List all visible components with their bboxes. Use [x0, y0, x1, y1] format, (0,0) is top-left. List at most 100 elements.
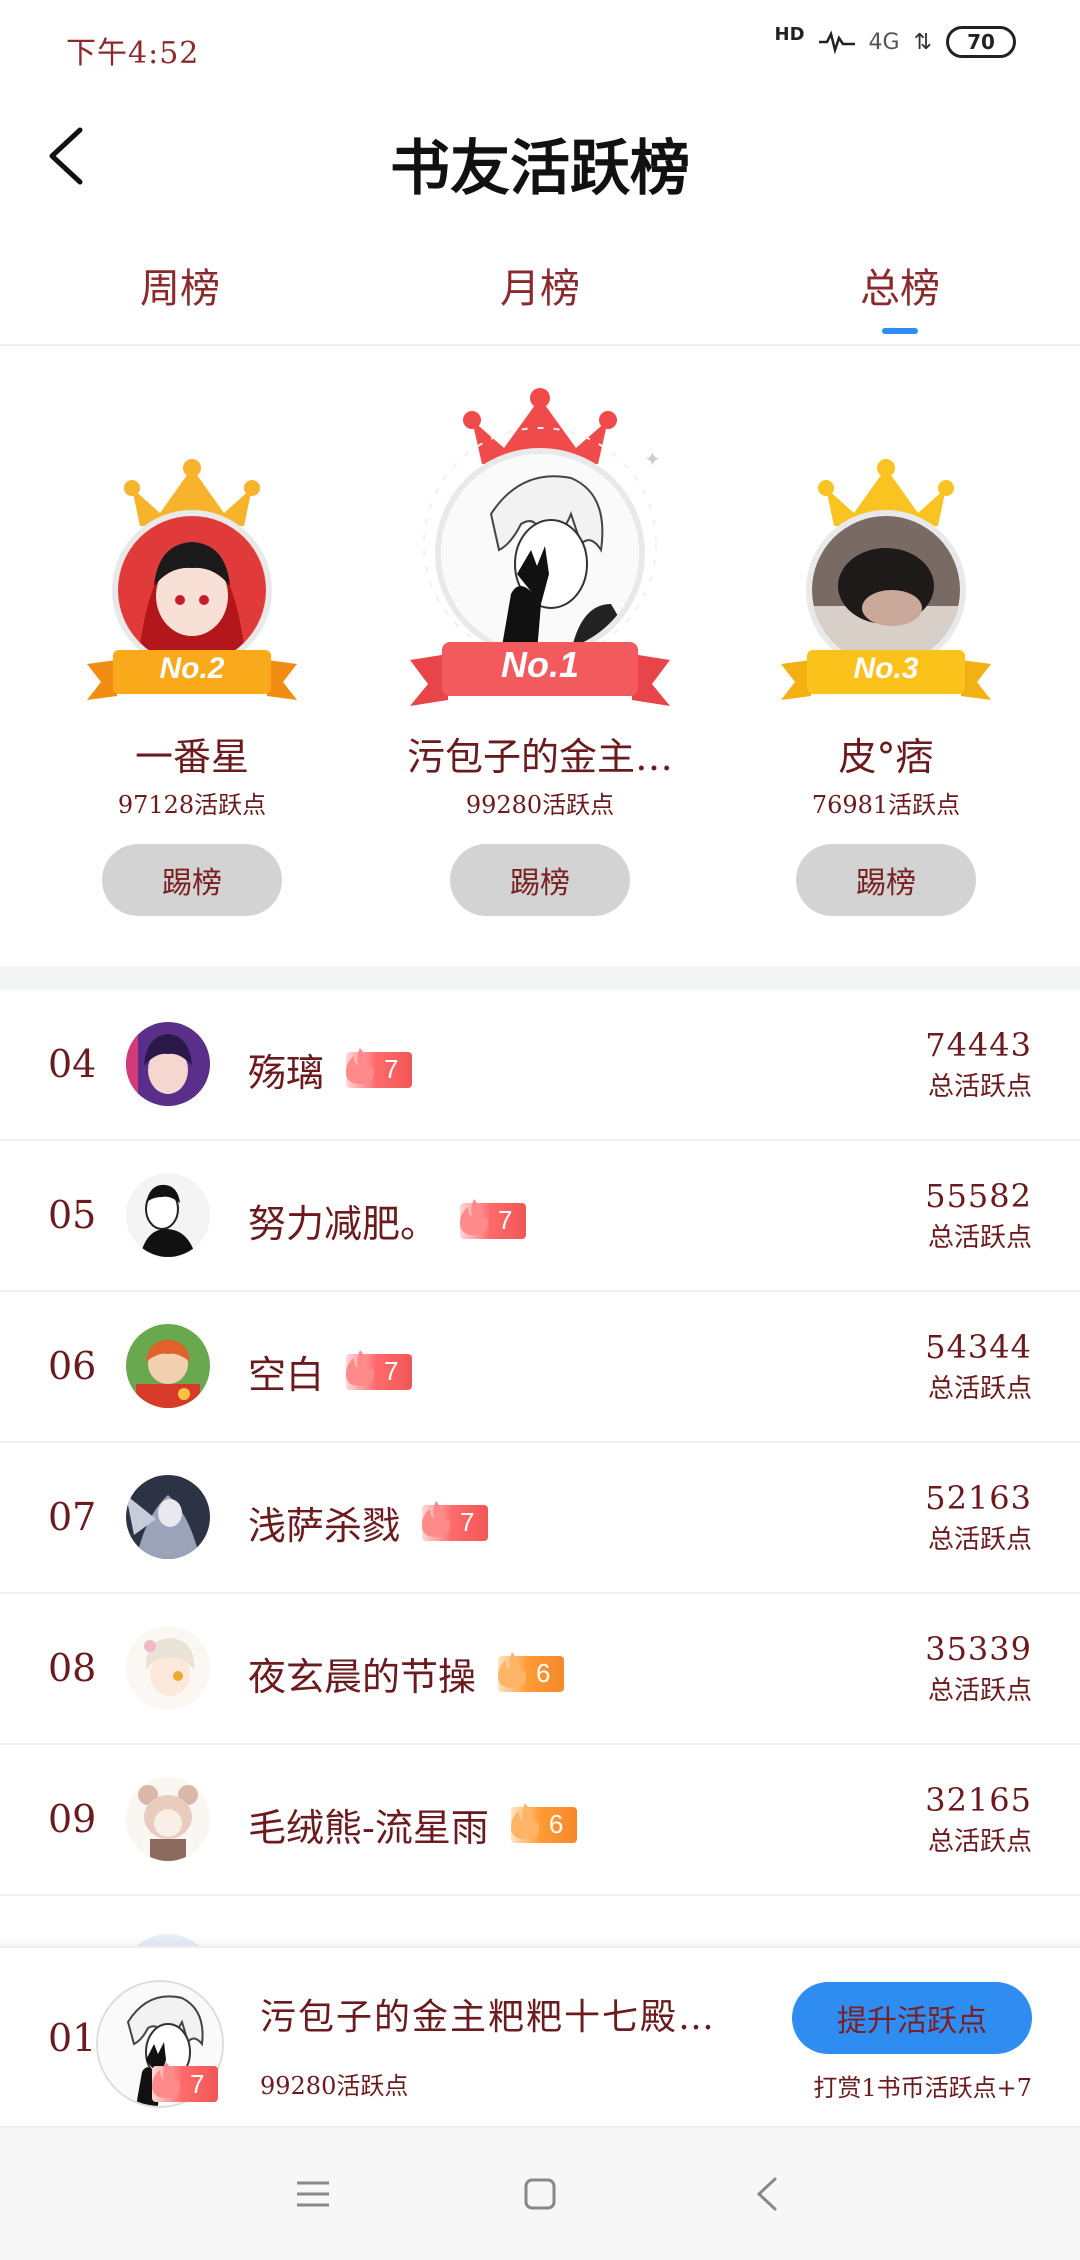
level-number: 6 — [536, 1658, 551, 1688]
user-name-row: 毛绒熊-流星雨 6 — [248, 1797, 578, 1852]
user-name-row: 浅萨杀戮 7 — [248, 1495, 489, 1550]
avatar-image — [126, 1626, 210, 1710]
user-name-row: 努力减肥。 7 — [248, 1193, 527, 1248]
tab-bar: 周榜 月榜 总榜 — [0, 230, 1080, 346]
menu-button[interactable] — [283, 2164, 343, 2224]
avatar-image — [126, 1173, 210, 1257]
level-badge: 7 — [346, 1349, 413, 1390]
score-block: 52163 总活跃点 — [925, 1479, 1032, 1556]
status-time: 下午4:52 — [66, 36, 200, 71]
user-name-row: 夜玄晨的节操 6 — [248, 1646, 565, 1701]
list-item[interactable]: 06 空白 7 54344 总活跃点 — [0, 1292, 1080, 1443]
podium-points: 99280活跃点 — [465, 791, 615, 819]
score-label: 总活跃点 — [927, 1072, 1032, 1102]
kick-button[interactable]: 踢榜 — [102, 844, 282, 916]
system-back-button[interactable] — [737, 2164, 797, 2224]
podium-second: No.2 一番星 97128活跃点 踢榜 — [52, 458, 332, 916]
score-block: 35339 总活跃点 — [925, 1630, 1032, 1707]
avatar-image — [126, 1777, 210, 1861]
level-number: 7 — [190, 2068, 205, 2099]
podium: No.2 一番星 97128活跃点 踢榜 ✦ No.1 污包子的金主… 9928… — [0, 346, 1080, 966]
score-block: 54344 总活跃点 — [925, 1328, 1032, 1405]
list-item[interactable]: 09 毛绒熊-流星雨 6 32165 总活跃点 — [0, 1745, 1080, 1896]
score-value: 32165 — [925, 1781, 1032, 1819]
level-badge: 7 — [460, 1198, 527, 1239]
user-name: 浅萨杀戮 — [248, 1504, 401, 1548]
score-label: 总活跃点 — [927, 1223, 1032, 1253]
level-badge: 6 — [498, 1651, 565, 1692]
flame-icon — [460, 1198, 489, 1235]
user-name-row: 殇璃 7 — [248, 1042, 413, 1097]
level-badge: 6 — [510, 1802, 578, 1843]
user-name-row: 空白 7 — [248, 1344, 413, 1399]
my-rank-number: 01 — [48, 2016, 97, 2060]
flame-icon — [510, 1802, 539, 1839]
level-number: 7 — [498, 1205, 513, 1235]
user-name: 殇璃 — [248, 1051, 325, 1095]
level-number: 7 — [460, 1507, 475, 1537]
avatar-image — [441, 454, 639, 652]
header: 书友活跃榜 — [0, 96, 1080, 216]
boost-activity-button[interactable]: 提升活跃点 — [792, 1982, 1032, 2054]
home-button[interactable] — [510, 2164, 570, 2224]
my-rank-bar: 01 7 污包子的金主粑粑十七殿… 99280活跃点 提升活跃点 打赏1书币活跃… — [0, 1946, 1080, 2128]
my-level-badge: 7 — [152, 2062, 219, 2102]
avatar[interactable] — [126, 1777, 210, 1861]
avatar[interactable] — [126, 1022, 210, 1106]
score-block: 55582 总活跃点 — [925, 1177, 1032, 1254]
podium-name: 一番星 — [134, 735, 249, 779]
list-item[interactable]: 07 浅萨杀戮 7 52163 总活跃点 — [0, 1443, 1080, 1594]
kick-button[interactable]: 踢榜 — [796, 844, 976, 916]
tab-monthly[interactable]: 月榜 — [360, 230, 720, 344]
user-name: 夜玄晨的节操 — [248, 1655, 477, 1699]
user-name: 毛绒熊-流星雨 — [248, 1806, 489, 1850]
tab-weekly[interactable]: 周榜 — [0, 230, 360, 344]
hd-icon: HD — [774, 23, 805, 45]
score-label: 总活跃点 — [927, 1676, 1032, 1706]
system-nav-bar — [0, 2128, 1080, 2260]
avatar[interactable] — [126, 1173, 210, 1257]
avatar[interactable] — [435, 448, 645, 658]
kick-button[interactable]: 踢榜 — [450, 844, 630, 916]
my-points: 99280活跃点 — [260, 2072, 409, 2100]
rank-number: 09 — [48, 1797, 97, 1841]
menu-icon — [297, 2181, 330, 2207]
avatar[interactable] — [126, 1626, 210, 1710]
avatar-image — [126, 1475, 210, 1559]
score-value: 35339 — [925, 1630, 1032, 1668]
podium-third: No.3 皮°痞 76981活跃点 踢榜 — [746, 458, 1026, 916]
home-square-icon — [524, 2178, 556, 2210]
avatar-image — [126, 1324, 210, 1408]
rank-label: No.1 — [500, 644, 579, 685]
list-item[interactable]: 05 努力减肥。 7 55582 总活跃点 — [0, 1141, 1080, 1292]
flame-icon — [152, 2062, 180, 2098]
flame-icon — [498, 1651, 527, 1688]
network-type: 4G — [868, 29, 900, 55]
list-item[interactable]: 08 夜玄晨的节操 6 35339 总活跃点 — [0, 1594, 1080, 1745]
my-name: 污包子的金主粑粑十七殿… — [260, 1997, 717, 2038]
level-number: 6 — [548, 1809, 564, 1839]
level-number: 7 — [384, 1356, 399, 1386]
level-number: 7 — [384, 1054, 399, 1084]
avatar[interactable] — [126, 1324, 210, 1408]
svg-text:✦: ✦ — [644, 447, 661, 471]
score-value: 55582 — [925, 1177, 1032, 1215]
back-chevron-icon — [756, 2177, 777, 2211]
podium-name: 皮°痞 — [838, 735, 934, 779]
list-item[interactable]: 04 殇璃 7 74443 总活跃点 — [0, 990, 1080, 1141]
rank-number: 07 — [48, 1495, 97, 1539]
avatar-partial — [136, 1934, 200, 1946]
score-value: 74443 — [925, 1026, 1032, 1064]
list-item-partial[interactable] — [0, 1898, 1080, 1946]
avatar[interactable] — [126, 1475, 210, 1559]
user-name: 空白 — [248, 1353, 325, 1397]
rank-label: No.3 — [853, 652, 919, 685]
score-label: 总活跃点 — [927, 1374, 1032, 1404]
flame-icon — [346, 1349, 375, 1386]
rank-number: 08 — [48, 1646, 97, 1690]
score-block: 32165 总活跃点 — [925, 1781, 1032, 1858]
podium-points: 76981活跃点 — [811, 791, 961, 819]
score-block: 74443 总活跃点 — [925, 1026, 1032, 1103]
score-value: 54344 — [925, 1328, 1032, 1366]
tab-total[interactable]: 总榜 — [720, 230, 1080, 344]
